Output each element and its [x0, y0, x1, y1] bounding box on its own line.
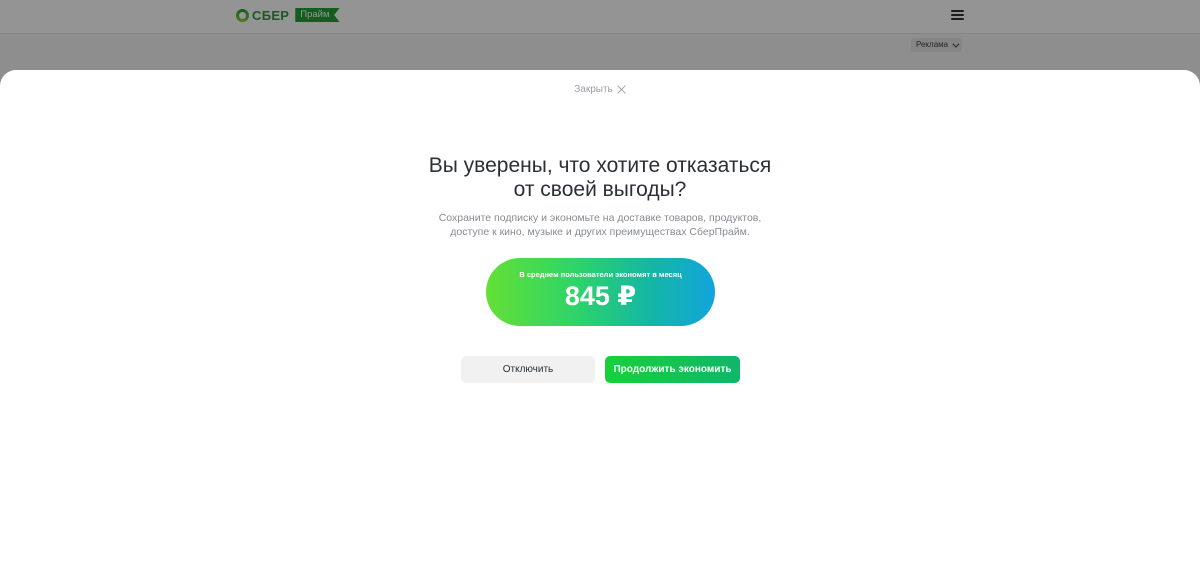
savings-value: 845 ₽ [564, 281, 637, 311]
savings-badge: В среднем пользователи экономят в месяц … [486, 258, 715, 326]
continue-saving-button[interactable]: Продолжить экономить [605, 356, 740, 383]
subtitle-line-2: доступе к кино, музыке и других преимуще… [450, 226, 750, 238]
close-label: Закрыть [574, 83, 613, 95]
title-line-2: от своей выгоды? [513, 178, 687, 201]
modal-subtitle: Сохраните подписку и экономьте на достав… [400, 211, 800, 239]
modal-title: Вы уверены, что хотите отказаться от сво… [300, 154, 900, 202]
savings-caption: В среднем пользователи экономят в месяц [519, 270, 682, 279]
close-button[interactable]: Закрыть [0, 82, 1200, 96]
unsubscribe-modal: Закрыть Вы уверены, что хотите отказатьс… [0, 70, 1200, 569]
disable-subscription-button[interactable]: Отключить [461, 356, 595, 383]
subtitle-line-1: Сохраните подписку и экономьте на достав… [438, 212, 762, 224]
close-icon [617, 85, 626, 94]
title-line-1: Вы уверены, что хотите отказаться [428, 154, 772, 177]
